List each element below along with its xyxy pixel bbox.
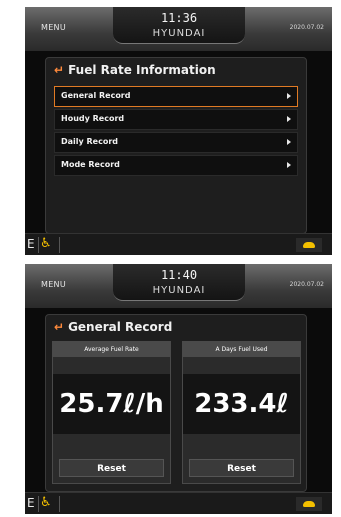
arrow-right-icon (287, 93, 291, 99)
divider (59, 237, 60, 253)
brand-label: HYUNDAI (152, 285, 206, 296)
status-indicator (296, 238, 322, 252)
reset-average-button[interactable]: Reset (59, 459, 164, 477)
clock-time: 11:40 (160, 268, 198, 282)
general-record-screen: MENU 11:40 HYUNDAI 2020.07.02 ↵ General R… (25, 264, 332, 514)
person-icon: ♿ (40, 495, 52, 510)
menu-item-houdy-record[interactable]: Houdy Record (54, 109, 298, 130)
divider (59, 496, 60, 512)
days-fuel-used-card: A Days Fuel Used 233.4ℓ Reset (182, 341, 301, 484)
panel-title: ↵ Fuel Rate Information (54, 63, 216, 77)
divider (38, 496, 39, 512)
back-arrow-icon[interactable]: ↵ (54, 63, 64, 77)
record-menu-list: General Record Houdy Record Daily Record… (54, 86, 298, 178)
days-fuel-used-value: 233.4ℓ (183, 374, 300, 434)
arrow-right-icon (287, 116, 291, 122)
menu-item-label: Mode Record (61, 160, 120, 169)
reset-days-button[interactable]: Reset (189, 459, 294, 477)
brand-label: HYUNDAI (152, 28, 206, 39)
average-fuel-rate-card: Average Fuel Rate 25.7ℓ/h Reset (52, 341, 171, 484)
panel-title-text: General Record (68, 320, 173, 334)
mode-letter: E (27, 237, 35, 251)
fish-icon (303, 242, 315, 248)
menu-button[interactable]: MENU (41, 280, 66, 289)
card-label: A Days Fuel Used (183, 342, 300, 357)
date-label: 2020.07.02 (289, 281, 324, 288)
back-arrow-icon[interactable]: ↵ (54, 320, 64, 334)
menu-button[interactable]: MENU (41, 23, 66, 32)
clock-time: 11:36 (160, 11, 198, 25)
arrow-right-icon (287, 162, 291, 168)
general-record-panel: ↵ General Record Average Fuel Rate 25.7ℓ/… (45, 314, 307, 492)
panel-title-text: Fuel Rate Information (68, 63, 216, 77)
panel-title: ↵ General Record (54, 320, 172, 334)
fuel-rate-information-screen: MENU 11:36 HYUNDAI 2020.07.02 ↵ Fuel Rate… (25, 7, 332, 255)
person-icon: ♿ (40, 236, 52, 251)
menu-item-daily-record[interactable]: Daily Record (54, 132, 298, 153)
menu-item-general-record[interactable]: General Record (54, 86, 298, 107)
mode-letter: E (27, 496, 35, 510)
fish-icon (303, 501, 315, 507)
menu-item-label: Daily Record (61, 137, 119, 146)
divider (38, 237, 39, 253)
menu-item-label: General Record (61, 91, 131, 100)
date-label: 2020.07.02 (289, 24, 324, 31)
menu-item-mode-record[interactable]: Mode Record (54, 155, 298, 176)
card-label: Average Fuel Rate (53, 342, 170, 357)
bottom-status-bar: E ♿ (25, 492, 332, 514)
bottom-status-bar: E ♿ (25, 233, 332, 255)
arrow-right-icon (287, 139, 291, 145)
menu-item-label: Houdy Record (61, 114, 125, 123)
status-indicator (296, 497, 322, 511)
fuel-rate-panel: ↵ Fuel Rate Information General Record Ho… (45, 57, 307, 234)
header-bar: MENU 11:36 HYUNDAI 2020.07.02 (25, 7, 332, 51)
header-bar: MENU 11:40 HYUNDAI 2020.07.02 (25, 264, 332, 308)
average-fuel-rate-value: 25.7ℓ/h (53, 374, 170, 434)
